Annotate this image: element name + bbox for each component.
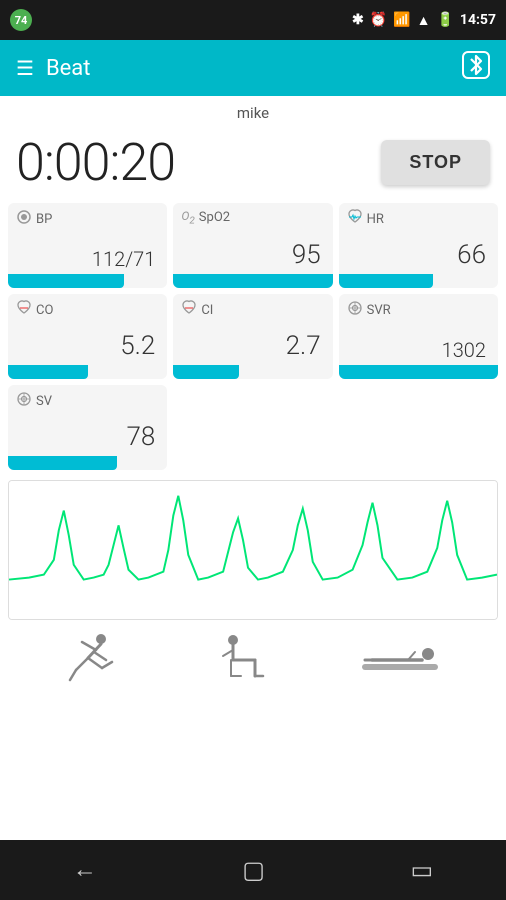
bottom-nav: ← ▢ ▭ [0, 840, 506, 900]
main-content: mike 0:00:20 STOP BP 112/71 O2 SpO2 95 [0, 96, 506, 840]
svr-value: 1302 [347, 322, 490, 361]
timer-display: 0:00:20 [16, 132, 365, 193]
app-bar-left: ☰ Beat [16, 56, 90, 81]
metric-header-co: CO [16, 300, 159, 320]
metric-header-svr: SVR [347, 300, 490, 320]
notification-icon: 74 [10, 9, 32, 31]
hr-label: HR [367, 212, 384, 227]
hr-value: 66 [347, 231, 490, 270]
app-title: Beat [46, 56, 91, 81]
ci-icon [181, 300, 197, 320]
metric-card-co[interactable]: CO 5.2 [8, 294, 167, 379]
spo2-bar [173, 274, 332, 288]
co-label: CO [36, 303, 53, 318]
co-icon [16, 300, 32, 320]
metrics-row-single: SV 78 [0, 379, 506, 470]
sv-value: 78 [16, 413, 159, 452]
co-value: 5.2 [16, 322, 159, 361]
battery-icon: 🔋 [436, 12, 453, 28]
menu-button[interactable]: ☰ [16, 56, 34, 80]
signal-icon: ▲ [417, 12, 431, 29]
status-right: ✱ ⏰ 📶 ▲ 🔋 14:57 [352, 12, 496, 29]
alarm-icon: ⏰ [370, 12, 387, 28]
svr-bar [339, 365, 498, 379]
ci-value: 2.7 [181, 322, 324, 361]
lying-activity-icon[interactable] [360, 632, 440, 686]
bp-label: BP [36, 212, 52, 227]
bp-bar [8, 274, 124, 288]
ci-bar [173, 365, 239, 379]
running-activity-icon[interactable] [66, 632, 121, 686]
metric-header-bp: BP [16, 209, 159, 229]
metric-card-svr[interactable]: SVR 1302 [339, 294, 498, 379]
ecg-chart [9, 481, 497, 619]
username-bar: mike [0, 96, 506, 126]
spo2-label: SpO2 [199, 210, 230, 225]
metric-card-bp[interactable]: BP 112/71 [8, 203, 167, 288]
bp-value: 112/71 [16, 231, 159, 270]
wifi-icon: 📶 [393, 12, 410, 28]
chart-area [8, 480, 498, 620]
sv-label: SV [36, 394, 52, 409]
metric-header-hr: HR [347, 209, 490, 229]
activity-row [0, 624, 506, 690]
hr-icon [347, 209, 363, 229]
bluetooth-status-icon: ✱ [352, 12, 364, 28]
metric-card-ci[interactable]: CI 2.7 [173, 294, 332, 379]
sv-icon [16, 391, 32, 411]
home-button[interactable]: ▢ [242, 856, 265, 885]
stop-button[interactable]: STOP [381, 140, 490, 185]
time-display: 14:57 [460, 12, 496, 28]
metric-header-spo2: O2 SpO2 [181, 209, 324, 226]
app-bar: ☰ Beat [0, 40, 506, 96]
svr-icon [347, 300, 363, 320]
spo2-value: 95 [181, 228, 324, 270]
metric-header-sv: SV [16, 391, 159, 411]
metric-card-hr[interactable]: HR 66 [339, 203, 498, 288]
metric-card-sv[interactable]: SV 78 [8, 385, 167, 470]
sv-bar [8, 456, 117, 470]
status-left: 74 [10, 9, 32, 31]
spo2-icon: O2 [181, 209, 194, 226]
status-bar: 74 ✱ ⏰ 📶 ▲ 🔋 14:57 [0, 0, 506, 40]
svr-label: SVR [367, 303, 391, 318]
recents-button[interactable]: ▭ [411, 856, 434, 885]
hr-bar [339, 274, 434, 288]
metric-header-ci: CI [181, 300, 324, 320]
bluetooth-icon[interactable] [462, 51, 490, 85]
sitting-activity-icon[interactable] [213, 632, 268, 686]
co-bar [8, 365, 88, 379]
back-button[interactable]: ← [73, 856, 97, 884]
bp-icon [16, 209, 32, 229]
timer-row: 0:00:20 STOP [0, 126, 506, 203]
metrics-grid-row1: BP 112/71 O2 SpO2 95 HR 66 [0, 203, 506, 288]
username-text: mike [237, 104, 269, 122]
metric-card-spo2[interactable]: O2 SpO2 95 [173, 203, 332, 288]
ci-label: CI [201, 303, 213, 318]
metrics-grid-row2: CO 5.2 CI 2.7 SVR 1302 [0, 288, 506, 379]
